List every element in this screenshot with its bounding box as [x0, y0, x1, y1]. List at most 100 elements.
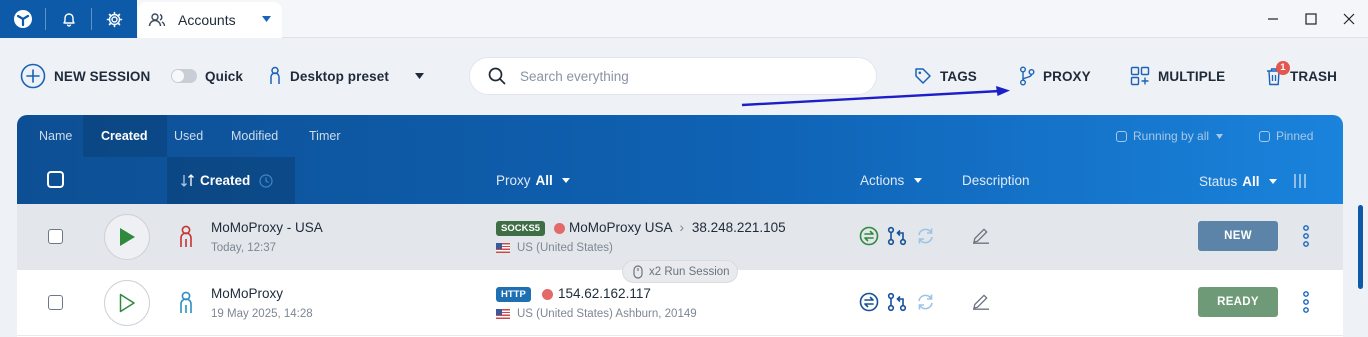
chevron-right-icon: ›	[679, 220, 685, 235]
caret-down-icon	[414, 73, 424, 79]
maximize-button[interactable]	[1292, 0, 1330, 38]
pinned-label: Pinned	[1276, 129, 1314, 143]
swap-icon[interactable]	[859, 292, 879, 312]
caret-down-icon	[914, 178, 923, 183]
scrollbar[interactable]	[1358, 205, 1363, 289]
status-badge[interactable]: NEW	[1198, 221, 1278, 251]
profile-person-icon	[178, 291, 194, 315]
tags-button[interactable]: TAGS	[914, 63, 977, 89]
tags-label: TAGS	[940, 68, 977, 84]
column-created-label: Created	[200, 173, 251, 188]
trash-icon: 1	[1266, 60, 1290, 86]
running-label: Running by all	[1133, 129, 1210, 143]
plus-circle-icon	[20, 63, 46, 89]
more-options-icon[interactable]	[1303, 291, 1309, 313]
pinned-checkbox[interactable]	[1259, 130, 1270, 142]
new-session-label: NEW SESSION	[54, 68, 151, 84]
tooltip-text: x2 Run Session	[649, 265, 730, 278]
swap-icon[interactable]	[859, 226, 879, 246]
more-options-icon[interactable]	[1303, 225, 1309, 247]
app-rail	[0, 0, 137, 38]
proxy-label: PROXY	[1043, 68, 1091, 84]
table-header: Name Created Used Modified Timer Running…	[17, 115, 1343, 204]
person-icon	[268, 66, 282, 86]
column-actions[interactable]: Actions	[860, 173, 923, 188]
search-icon	[488, 67, 506, 85]
proxy-location: US (United States) Ashburn, 20149	[496, 308, 697, 320]
users-icon	[148, 12, 166, 28]
multiple-label: MULTIPLE	[1158, 68, 1226, 84]
trash-label: TRASH	[1290, 68, 1337, 84]
columns-settings-icon[interactable]	[1293, 173, 1307, 189]
tag-icon	[914, 67, 932, 85]
running-checkbox[interactable]	[1116, 130, 1127, 142]
caret-down-icon	[561, 178, 570, 183]
search-box[interactable]	[469, 57, 877, 95]
trash-button[interactable]: 1 TRASH	[1266, 60, 1337, 89]
toggle-switch[interactable]	[171, 69, 197, 83]
search-input[interactable]	[520, 68, 850, 84]
title-bar: Accounts	[0, 0, 1368, 38]
proxy-change-icon[interactable]	[887, 292, 907, 312]
proxy-filter-value: All	[535, 173, 553, 188]
proxy-button[interactable]: PROXY	[1019, 63, 1091, 89]
sort-arrows-icon	[180, 174, 196, 187]
column-actions-label: Actions	[860, 173, 905, 188]
mouse-icon	[633, 264, 643, 279]
tab-accounts[interactable]: Accounts	[138, 2, 282, 38]
proxy-change-icon[interactable]	[887, 226, 907, 246]
select-all-checkbox[interactable]	[47, 171, 64, 188]
us-flag-icon	[496, 309, 510, 319]
tab-label: Accounts	[178, 12, 236, 28]
accounts-table: Name Created Used Modified Timer Running…	[17, 115, 1343, 337]
sort-tab-created[interactable]: Created	[101, 129, 148, 143]
play-button[interactable]	[104, 214, 150, 260]
close-button[interactable]	[1330, 0, 1368, 38]
proxy-status-dot	[542, 289, 553, 300]
bell-icon[interactable]	[46, 0, 91, 38]
proxy-location-text: US (United States)	[517, 242, 613, 254]
app-logo-icon[interactable]	[0, 0, 45, 38]
row-checkbox[interactable]	[48, 229, 63, 244]
column-created[interactable]: Created	[180, 173, 273, 188]
edit-icon[interactable]	[972, 292, 990, 310]
clock-icon	[259, 173, 273, 188]
status-badge[interactable]: READY	[1198, 287, 1278, 317]
proxy-status-dot	[554, 223, 565, 234]
sort-tab-used[interactable]: Used	[174, 129, 203, 143]
proxy-ip: 154.62.162.117	[558, 286, 651, 301]
column-status-label: Status	[1199, 173, 1238, 189]
proxy-icon	[1019, 66, 1035, 86]
profile-name[interactable]: MoMoProxy - USA	[211, 220, 323, 235]
gear-icon[interactable]	[92, 0, 137, 38]
column-status[interactable]: Status All	[1199, 173, 1307, 189]
new-session-button[interactable]: NEW SESSION	[20, 63, 150, 89]
row-checkbox[interactable]	[48, 295, 63, 310]
quick-toggle[interactable]: Quick	[171, 63, 243, 89]
profile-name[interactable]: MoMoProxy	[211, 286, 283, 301]
running-filter[interactable]: Running by all	[1116, 129, 1224, 143]
proxy-location: US (United States)	[496, 242, 613, 254]
pinned-filter[interactable]: Pinned	[1259, 129, 1313, 143]
column-description: Description	[962, 173, 1030, 188]
caret-down-icon[interactable]	[262, 16, 271, 22]
sort-tab-name[interactable]: Name	[39, 129, 72, 143]
multiple-button[interactable]: MULTIPLE	[1130, 63, 1225, 89]
toolbar: NEW SESSION Quick Desktop preset TAGS PR…	[0, 38, 1368, 114]
proxy-ip: 38.248.221.105	[691, 220, 786, 235]
proxy-location-text: US (United States) Ashburn, 20149	[517, 308, 697, 320]
column-proxy[interactable]: Proxy All	[496, 173, 570, 188]
multiple-icon	[1130, 66, 1150, 86]
play-button[interactable]	[104, 280, 150, 326]
sort-tab-modified[interactable]: Modified	[231, 129, 278, 143]
proxy-info[interactable]: 154.62.162.117	[558, 286, 651, 301]
minimize-button[interactable]	[1254, 0, 1292, 38]
refresh-icon[interactable]	[915, 292, 936, 312]
edit-icon[interactable]	[972, 226, 990, 244]
column-headers: Created Proxy All Actions Description St…	[17, 157, 1343, 204]
caret-down-icon	[1216, 133, 1224, 139]
proxy-info[interactable]: MoMoProxy USA › 38.248.221.105	[569, 220, 786, 235]
preset-select[interactable]: Desktop preset	[268, 63, 424, 89]
sort-tab-timer[interactable]: Timer	[309, 129, 340, 143]
refresh-icon[interactable]	[915, 226, 936, 246]
